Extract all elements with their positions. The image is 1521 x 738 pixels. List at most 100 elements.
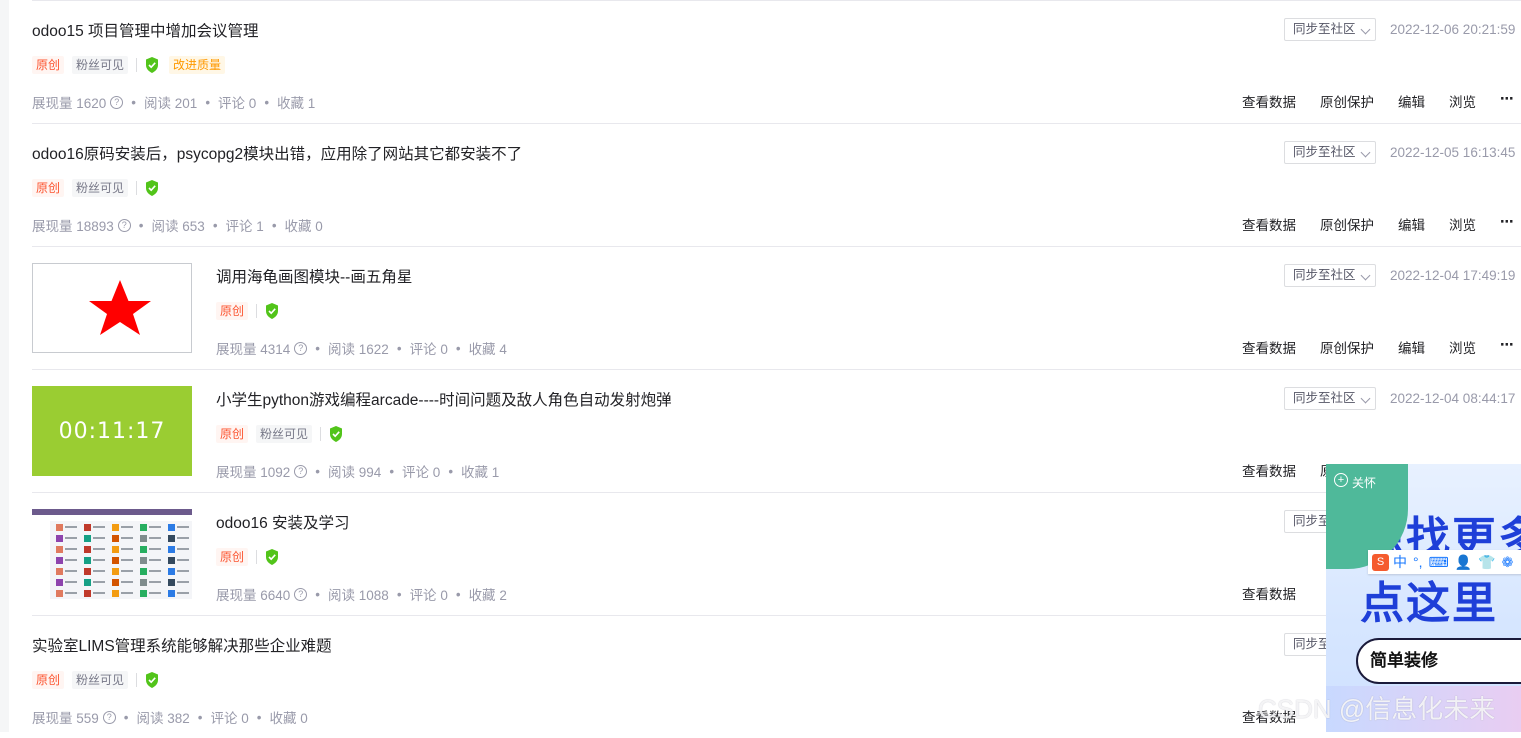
app-tile-label xyxy=(177,592,189,594)
edit-link[interactable]: 编辑 xyxy=(1398,214,1425,234)
help-icon[interactable]: ? xyxy=(110,95,124,109)
publish-date: 2022-12-04 17:49:19 xyxy=(1390,268,1516,283)
ad-search-box[interactable]: 简单装修 xyxy=(1356,638,1521,684)
view-data-link[interactable]: 查看数据 xyxy=(1242,583,1296,603)
app-tile-icon xyxy=(56,546,63,553)
article-tags: 原创 粉丝可见 xyxy=(32,179,159,197)
article-title[interactable]: 小学生python游戏编程arcade----时间问题及敌人角色自动发射炮弹 xyxy=(216,388,672,410)
view-data-link[interactable]: 查看数据 xyxy=(1242,214,1296,234)
tag-fans-visible: 粉丝可见 xyxy=(256,425,313,443)
help-icon[interactable]: ? xyxy=(117,218,131,232)
app-tile-label xyxy=(121,570,133,572)
app-tile-label xyxy=(121,526,133,528)
app-tile-icon xyxy=(84,546,91,553)
original-protection-link[interactable]: 原创保护 xyxy=(1320,337,1374,357)
app-tile-icon xyxy=(168,535,175,542)
view-data-link[interactable]: 查看数据 xyxy=(1242,337,1296,357)
divider xyxy=(320,427,322,441)
help-icon[interactable]: ? xyxy=(294,587,308,601)
help-icon[interactable]: ? xyxy=(294,341,308,355)
help-icon[interactable]: ? xyxy=(102,710,116,724)
article-title[interactable]: odoo15 项目管理中增加会议管理 xyxy=(32,19,259,41)
more-icon[interactable]: ⋯ xyxy=(1500,337,1515,357)
app-tile-icon xyxy=(84,579,91,586)
app-tile-icon xyxy=(168,579,175,586)
app-tile-icon xyxy=(140,590,147,597)
keyboard-icon[interactable]: ⌨ xyxy=(1429,554,1449,571)
app-tile-icon xyxy=(56,524,63,531)
ime-punctuation-icon[interactable]: °, xyxy=(1413,554,1423,570)
edit-link[interactable]: 编辑 xyxy=(1398,91,1425,111)
app-tile-label xyxy=(65,559,77,561)
article-item: odoo16 安装及学习 原创 展现量 6640 ? • 阅读 1088 • 评… xyxy=(32,492,1521,615)
article-title[interactable]: 实验室LIMS管理系统能够解决那些企业难题 xyxy=(32,634,332,656)
browse-link[interactable]: 浏览 xyxy=(1449,91,1476,111)
app-tile-icon xyxy=(112,546,119,553)
reads-count: 阅读 201 xyxy=(144,96,198,111)
app-tile-label xyxy=(93,559,105,561)
app-tile-icon xyxy=(56,557,63,564)
app-tile-icon xyxy=(112,535,119,542)
article-title[interactable]: odoo16 安装及学习 xyxy=(216,511,350,533)
app-tile-label xyxy=(93,581,105,583)
comments-count: 评论 1 xyxy=(225,219,264,234)
sync-to-community-select[interactable]: 同步至社区 xyxy=(1284,387,1376,410)
ime-chinese-mode[interactable]: 中 xyxy=(1393,552,1407,572)
tag-improve-quality[interactable]: 改进质量 xyxy=(169,56,226,74)
article-actions: 查看数据 xyxy=(1242,583,1320,603)
article-title[interactable]: odoo16原码安装后，psycopg2模块出错，应用除了网站其它都安装不了 xyxy=(32,142,522,164)
app-tile-icon xyxy=(84,568,91,575)
app-tile-icon xyxy=(56,590,63,597)
article-item: 调用海龟画图模块--画五角星 原创 展现量 4314 ? • 阅读 1622 •… xyxy=(32,246,1521,369)
more-icon[interactable]: ⋯ xyxy=(1500,91,1515,111)
app-tile-label xyxy=(65,537,77,539)
app-tile-icon xyxy=(112,590,119,597)
comments-count: 评论 0 xyxy=(409,588,448,603)
shield-check-icon xyxy=(266,303,279,319)
chevron-down-icon xyxy=(1360,147,1371,158)
app-tile-icon xyxy=(140,546,147,553)
ad-headline-2: 点这里 xyxy=(1360,579,1498,628)
article-stats: 展现量 6640 ? • 阅读 1088 • 评论 0 • 收藏 2 xyxy=(216,584,507,604)
skin-icon[interactable]: 👕 xyxy=(1478,554,1495,571)
settings-icon[interactable]: ❁ xyxy=(1502,554,1514,571)
ime-toolbar[interactable]: S 中 °, ⌨ 👤 👕 ❁ xyxy=(1368,550,1521,574)
tag-fans-visible: 粉丝可见 xyxy=(72,56,129,74)
app-tile-label xyxy=(149,592,161,594)
app-tile-icon xyxy=(84,557,91,564)
article-thumbnail[interactable]: 00:11:17 xyxy=(32,386,192,476)
app-tile-label xyxy=(177,537,189,539)
article-thumbnail[interactable] xyxy=(32,263,192,353)
comments-count: 评论 0 xyxy=(409,342,448,357)
user-icon[interactable]: 👤 xyxy=(1455,554,1472,571)
sync-to-community-select[interactable]: 同步至社区 xyxy=(1284,18,1376,41)
app-tile-icon xyxy=(168,524,175,531)
article-title[interactable]: 调用海龟画图模块--画五角星 xyxy=(216,265,412,287)
view-data-link[interactable]: 查看数据 xyxy=(1242,91,1296,111)
views-count: 展现量 1620 xyxy=(32,96,107,111)
app-tile-label xyxy=(93,570,105,572)
ime-logo-icon: S xyxy=(1372,553,1389,571)
divider xyxy=(256,550,258,564)
article-item: odoo16原码安装后，psycopg2模块出错，应用除了网站其它都安装不了 原… xyxy=(32,123,1521,246)
help-icon[interactable]: ? xyxy=(294,464,308,478)
tag-original: 原创 xyxy=(216,302,249,320)
more-icon[interactable]: ⋯ xyxy=(1500,214,1515,234)
original-protection-link[interactable]: 原创保护 xyxy=(1320,91,1374,111)
article-thumbnail[interactable] xyxy=(32,509,192,599)
app-tile-label xyxy=(177,570,189,572)
comments-count: 评论 0 xyxy=(210,711,249,726)
shield-check-icon xyxy=(146,180,159,196)
app-tile-icon xyxy=(112,557,119,564)
sync-to-community-select[interactable]: 同步至社区 xyxy=(1284,264,1376,287)
shield-check-icon xyxy=(146,672,159,688)
app-tile-label xyxy=(177,526,189,528)
browse-link[interactable]: 浏览 xyxy=(1449,337,1476,357)
shield-check-icon xyxy=(146,57,159,73)
sync-to-community-select[interactable]: 同步至社区 xyxy=(1284,141,1376,164)
view-data-link[interactable]: 查看数据 xyxy=(1242,460,1296,480)
edit-link[interactable]: 编辑 xyxy=(1398,337,1425,357)
original-protection-link[interactable]: 原创保护 xyxy=(1320,214,1374,234)
tag-fans-visible: 粉丝可见 xyxy=(72,179,129,197)
browse-link[interactable]: 浏览 xyxy=(1449,214,1476,234)
